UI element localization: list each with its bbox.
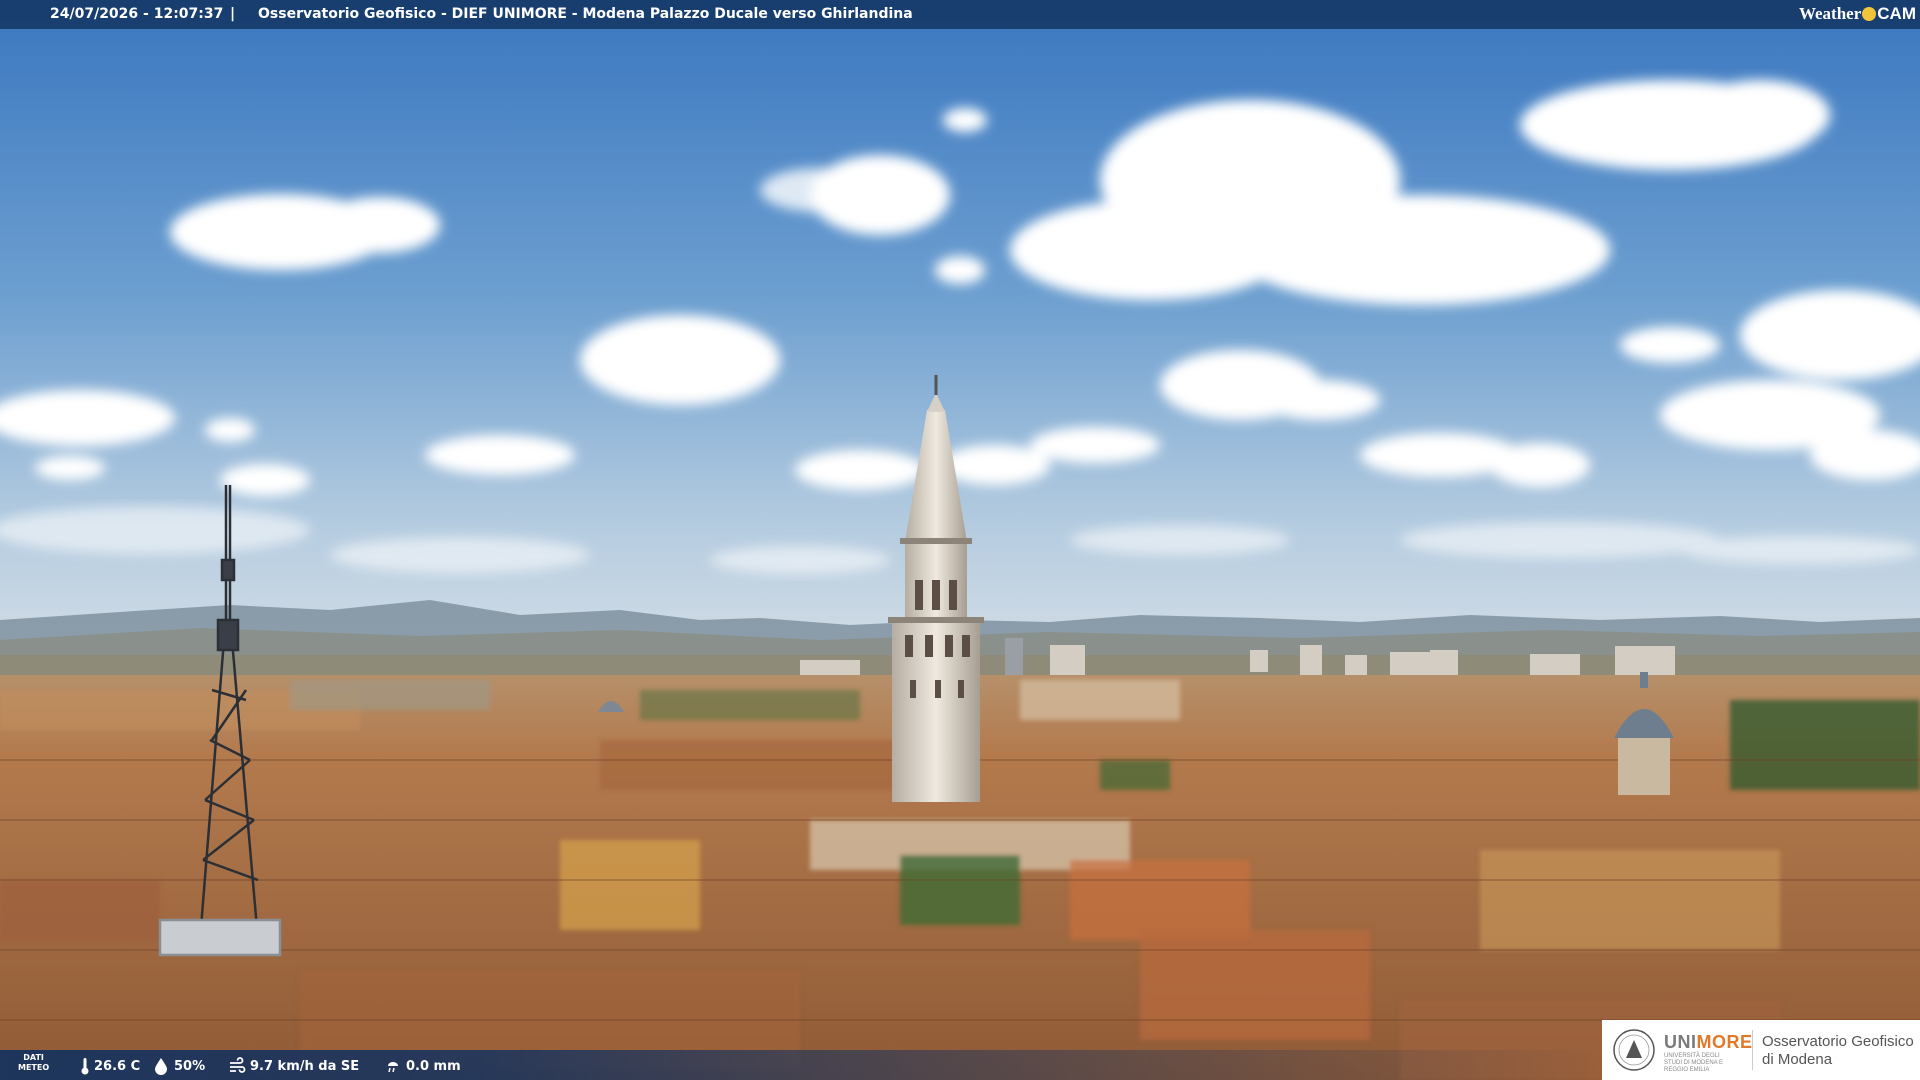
weather-label-line2: METEO	[18, 1063, 50, 1072]
weathercam-brand-weather: Weather	[1798, 4, 1862, 23]
unimore-uni: UNI	[1664, 1032, 1697, 1052]
rain-value: 0.0 mm	[406, 1058, 461, 1074]
timestamp: 24/07/2026 - 12:07:37	[50, 6, 224, 22]
university-name: UNIVERSITÀ DEGLI STUDI DI MODENA E REGGI…	[1664, 1053, 1724, 1073]
weather-data-bar: DATI METEO 26.6 C 50% 9.7 km/h da SE 0.0…	[0, 1050, 1600, 1080]
temperature-value: 26.6 C	[94, 1058, 141, 1074]
weather-label: DATI METEO	[18, 1053, 49, 1073]
humidity-reading: 50%	[152, 1057, 205, 1075]
webcam-scene	[0, 0, 1920, 1080]
wind-reading: 9.7 km/h da SE	[228, 1057, 359, 1075]
wind-value: 9.7 km/h da SE	[250, 1058, 360, 1074]
unimore-more: MORE	[1696, 1032, 1753, 1052]
sun-icon	[1862, 7, 1877, 21]
logo-divider	[1752, 1030, 1753, 1070]
unimore-wordmark: UNIMORE	[1664, 1032, 1753, 1053]
observatory-line1: Osservatorio Geofisico	[1762, 1033, 1914, 1050]
humidity-value: 50%	[174, 1058, 206, 1074]
observatory-name: Osservatorio Geofisico di Modena	[1762, 1033, 1914, 1069]
top-info-bar: 24/07/2026 - 12:07:37 | Osservatorio Geo…	[0, 0, 1920, 29]
separator: |	[230, 6, 236, 22]
observatory-line2: di Modena	[1762, 1051, 1833, 1068]
droplet-icon	[155, 1058, 167, 1075]
unimore-logo: UNIMORE UNIVERSITÀ DEGLI STUDI DI MODENA…	[1602, 1020, 1920, 1080]
wind-icon	[230, 1057, 246, 1073]
unimore-seal-icon	[1613, 1029, 1655, 1071]
temperature-reading: 26.6 C	[80, 1057, 140, 1075]
thermometer-icon	[81, 1058, 89, 1075]
weathercam-brand-cam: CAM	[1877, 4, 1916, 23]
rain-icon	[388, 1062, 398, 1073]
weathercam-logo: Weather CAM	[1799, 3, 1916, 25]
weather-label-line1: DATI	[23, 1053, 44, 1062]
rain-reading: 0.0 mm	[384, 1057, 461, 1075]
camera-title: Osservatorio Geofisico - DIEF UNIMORE - …	[258, 6, 913, 22]
